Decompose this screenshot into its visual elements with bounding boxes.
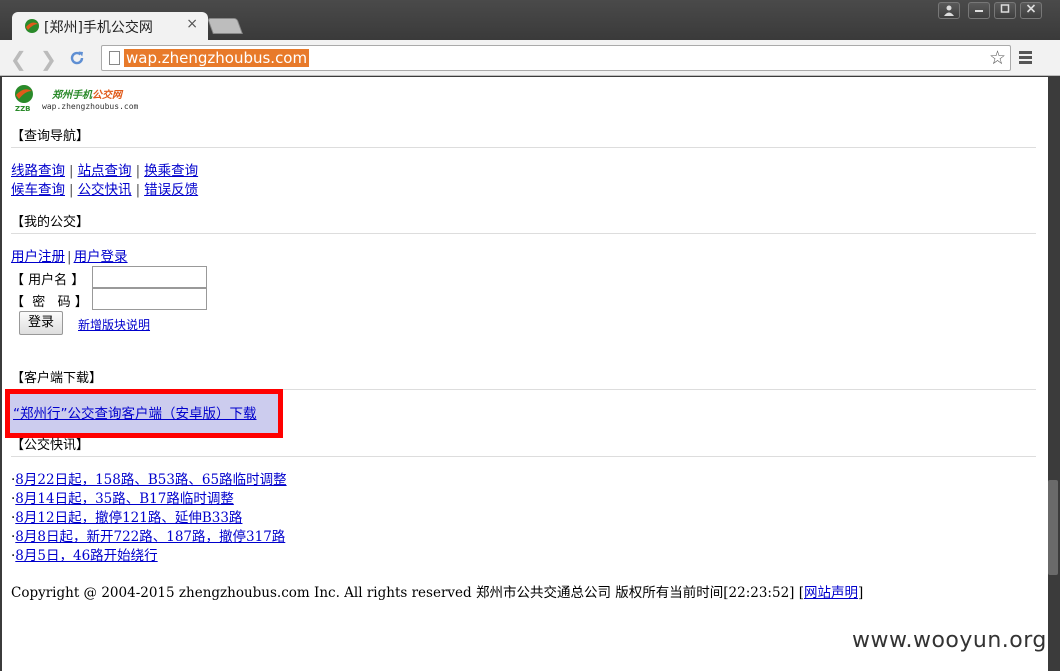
nav-link-feedback[interactable]: 错误反馈: [144, 182, 198, 198]
footer-close-bracket: ]: [857, 585, 864, 601]
maximize-icon[interactable]: [994, 2, 1016, 19]
section-heading-news: 【公交快讯】: [11, 437, 1036, 457]
reload-icon[interactable]: [68, 49, 86, 67]
client-download-link[interactable]: “郑州行”公交查询客户端（安卓版）下载: [13, 402, 257, 422]
nav-link-news[interactable]: 公交快讯: [78, 182, 132, 198]
browser-titlebar: [郑州]手机公交网 ×: [0, 0, 1060, 40]
register-link[interactable]: 用户注册: [11, 249, 65, 265]
url-text[interactable]: wap.zhengzhoubus.com: [124, 49, 310, 67]
nav-link-waiting[interactable]: 候车查询: [11, 182, 65, 198]
logo-abbrev: ZZB: [15, 105, 31, 113]
address-bar[interactable]: wap.zhengzhoubus.com ☆: [101, 45, 1011, 71]
news-item: ·8月5日，46路开始绕行: [11, 547, 158, 566]
bookmark-star-icon[interactable]: ☆: [989, 47, 1006, 69]
copyright-text: Copyright @ 2004-2015 zhengzhoubus.com I…: [11, 585, 804, 601]
separator: |: [135, 163, 141, 179]
account-links: 用户注册 | 用户登录: [11, 248, 128, 267]
forward-icon[interactable]: ❯: [40, 47, 57, 71]
news-link[interactable]: 8月22日起，158路、B53路、65路临时调整: [15, 472, 286, 488]
site-favicon-icon: [25, 19, 39, 33]
web-page: ZZB 郑州手机公交网 wap.zhengzhoubus.com 【查询导航】 …: [2, 77, 1048, 671]
logo-url: wap.zhengzhoubus.com: [42, 102, 139, 111]
nav-link-transfer[interactable]: 换乘查询: [144, 163, 198, 179]
minimize-icon[interactable]: [968, 2, 990, 19]
section-heading-mybus: 【我的公交】: [11, 214, 1036, 234]
new-feature-link[interactable]: 新增版块说明: [78, 316, 150, 333]
new-tab-button[interactable]: [207, 18, 243, 34]
login-button[interactable]: 登录: [19, 311, 63, 335]
browser-tab[interactable]: [郑州]手机公交网 ×: [12, 12, 208, 40]
logo-mark-icon: [15, 85, 33, 103]
user-icon[interactable]: [938, 2, 960, 19]
nav-row-1: 线路查询 | 站点查询 | 换乘查询: [11, 162, 198, 181]
menu-icon[interactable]: [1019, 51, 1032, 66]
separator: |: [69, 163, 74, 179]
disclaimer-link[interactable]: 网站声明: [804, 585, 858, 601]
news-link[interactable]: 8月8日起，新开722路、187路，撤停317路: [15, 529, 285, 545]
section-heading-nav: 【查询导航】: [11, 128, 1036, 148]
tab-close-icon[interactable]: ×: [186, 16, 198, 32]
nav-row-2: 候车查询 | 公交快讯 | 错误反馈: [11, 181, 198, 200]
site-logo[interactable]: ZZB 郑州手机公交网 wap.zhengzhoubus.com: [14, 84, 144, 114]
password-label: 【 密 码 】: [11, 295, 88, 310]
nav-link-route[interactable]: 线路查询: [11, 163, 65, 179]
nav-link-stop[interactable]: 站点查询: [78, 163, 132, 179]
separator: |: [67, 249, 72, 265]
page-footer: Copyright @ 2004-2015 zhengzhoubus.com I…: [11, 581, 863, 601]
separator: |: [69, 182, 74, 198]
download-link-background: “郑州行”公交查询客户端（安卓版）下载: [10, 394, 278, 433]
news-link[interactable]: 8月12日起，撤停121路、延伸B33路: [15, 510, 242, 526]
browser-toolbar: ❮ ❯ wap.zhengzhoubus.com ☆: [0, 40, 1060, 76]
close-window-icon[interactable]: [1020, 2, 1042, 19]
news-item: ·8月14日起，35路、B17路临时调整: [11, 490, 234, 509]
logo-name: 郑州手机公交网: [52, 90, 122, 101]
news-link[interactable]: 8月14日起，35路、B17路临时调整: [15, 491, 234, 507]
page-icon: [109, 51, 120, 65]
window-scrollbar[interactable]: [1048, 77, 1060, 671]
password-input[interactable]: [92, 288, 207, 310]
scrollbar-thumb[interactable]: [1048, 480, 1058, 575]
news-link[interactable]: 8月5日，46路开始绕行: [15, 548, 157, 564]
highlight-box: “郑州行”公交查询客户端（安卓版）下载: [5, 389, 283, 438]
news-item: ·8月8日起，新开722路、187路，撤停317路: [11, 528, 285, 547]
watermark: www.wooyun.org: [852, 628, 1047, 653]
login-link[interactable]: 用户登录: [74, 249, 128, 265]
news-item: ·8月22日起，158路、B53路、65路临时调整: [11, 471, 287, 490]
username-label: 【 用户名 】: [11, 273, 85, 288]
username-input[interactable]: [92, 266, 207, 288]
separator: |: [135, 182, 141, 198]
back-icon[interactable]: ❮: [10, 47, 27, 71]
section-heading-client: 【客户端下载】: [11, 370, 1036, 390]
news-item: ·8月12日起，撤停121路、延伸B33路: [11, 509, 242, 528]
tab-title: [郑州]手机公交网: [44, 20, 153, 36]
